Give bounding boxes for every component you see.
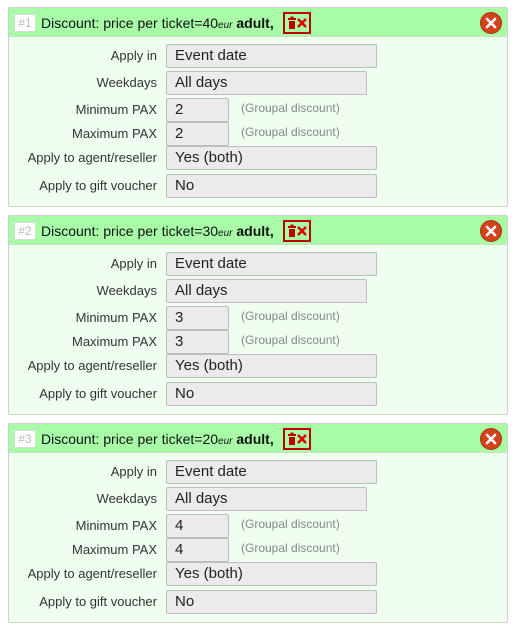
close-circle-icon xyxy=(485,17,497,29)
min-pax-hint: (Groupal discount) xyxy=(241,309,340,323)
discount-title: Discount: price per ticket=30eur adult, xyxy=(41,223,274,239)
pax-type-label: adult, xyxy=(236,15,274,31)
discount-number-badge: #3 xyxy=(14,430,36,448)
discount-title: Discount: price per ticket=20eur adult, xyxy=(41,431,274,447)
voucher-select[interactable]: No xyxy=(166,382,377,406)
max-pax-label: Maximum PAX xyxy=(72,126,157,141)
voucher-row: Apply to gift voucher No xyxy=(9,590,509,614)
voucher-row: Apply to gift voucher No xyxy=(9,382,509,406)
agent-label: Apply to agent/reseller xyxy=(27,358,157,373)
trash-delete-icon xyxy=(288,432,307,445)
voucher-label: Apply to gift voucher xyxy=(39,386,157,401)
min-pax-hint: (Groupal discount) xyxy=(241,101,340,115)
max-pax-row: Maximum PAX 4 (Groupal discount) xyxy=(9,538,509,562)
max-pax-label: Maximum PAX xyxy=(72,334,157,349)
trash-delete-icon xyxy=(288,224,307,237)
discount-header: #1 Discount: price per ticket=40eur adul… xyxy=(9,8,507,37)
apply-in-label: Apply in xyxy=(110,464,157,479)
min-pax-input[interactable]: 2 xyxy=(166,98,229,122)
weekdays-field[interactable]: All days xyxy=(166,279,367,303)
weekdays-label: Weekdays xyxy=(96,283,157,298)
delete-discount-button[interactable] xyxy=(283,12,311,34)
discount-card: #1 Discount: price per ticket=40eur adul… xyxy=(8,7,508,207)
close-circle-icon xyxy=(485,433,497,445)
agent-label: Apply to agent/reseller xyxy=(27,150,157,165)
min-pax-label: Minimum PAX xyxy=(75,518,157,533)
agent-row: Apply to agent/reseller Yes (both) xyxy=(9,146,509,170)
voucher-select[interactable]: No xyxy=(166,590,377,614)
max-pax-row: Maximum PAX 2 (Groupal discount) xyxy=(9,122,509,146)
apply-in-label: Apply in xyxy=(110,256,157,271)
apply-in-field[interactable]: Event date xyxy=(166,44,377,68)
voucher-label: Apply to gift voucher xyxy=(39,594,157,609)
max-pax-hint: (Groupal discount) xyxy=(241,541,340,555)
voucher-row: Apply to gift voucher No xyxy=(9,174,509,198)
delete-discount-button[interactable] xyxy=(283,220,311,242)
weekdays-field[interactable]: All days xyxy=(166,487,367,511)
close-discount-button[interactable] xyxy=(481,13,501,33)
apply-in-row: Apply in Event date xyxy=(9,44,509,68)
discount-number-badge: #1 xyxy=(14,14,36,32)
max-pax-input[interactable]: 2 xyxy=(166,122,229,146)
trash-delete-icon xyxy=(288,16,307,29)
discount-card: #3 Discount: price per ticket=20eur adul… xyxy=(8,423,508,623)
agent-select[interactable]: Yes (both) xyxy=(166,146,377,170)
min-pax-hint: (Groupal discount) xyxy=(241,517,340,531)
weekdays-label: Weekdays xyxy=(96,491,157,506)
weekdays-field[interactable]: All days xyxy=(166,71,367,95)
agent-row: Apply to agent/reseller Yes (both) xyxy=(9,354,509,378)
apply-in-field[interactable]: Event date xyxy=(166,252,377,276)
max-pax-input[interactable]: 4 xyxy=(166,538,229,562)
min-pax-input[interactable]: 4 xyxy=(166,514,229,538)
apply-in-field[interactable]: Event date xyxy=(166,460,377,484)
delete-discount-button[interactable] xyxy=(283,428,311,450)
close-discount-button[interactable] xyxy=(481,221,501,241)
agent-select[interactable]: Yes (both) xyxy=(166,562,377,586)
weekdays-row: Weekdays All days xyxy=(9,71,509,95)
discount-number-badge: #2 xyxy=(14,222,36,240)
currency-label: eur xyxy=(218,436,233,447)
weekdays-row: Weekdays All days xyxy=(9,279,509,303)
max-pax-row: Maximum PAX 3 (Groupal discount) xyxy=(9,330,509,354)
max-pax-hint: (Groupal discount) xyxy=(241,333,340,347)
pax-type-label: adult, xyxy=(236,431,274,447)
discount-header: #3 Discount: price per ticket=20eur adul… xyxy=(9,424,507,453)
min-pax-row: Minimum PAX 4 (Groupal discount) xyxy=(9,514,509,538)
min-pax-input[interactable]: 3 xyxy=(166,306,229,330)
agent-label: Apply to agent/reseller xyxy=(27,566,157,581)
min-pax-row: Minimum PAX 2 (Groupal discount) xyxy=(9,98,509,122)
weekdays-row: Weekdays All days xyxy=(9,487,509,511)
agent-select[interactable]: Yes (both) xyxy=(166,354,377,378)
max-pax-input[interactable]: 3 xyxy=(166,330,229,354)
max-pax-label: Maximum PAX xyxy=(72,542,157,557)
apply-in-row: Apply in Event date xyxy=(9,460,509,484)
currency-label: eur xyxy=(218,20,233,31)
voucher-select[interactable]: No xyxy=(166,174,377,198)
apply-in-label: Apply in xyxy=(110,48,157,63)
close-discount-button[interactable] xyxy=(481,429,501,449)
apply-in-row: Apply in Event date xyxy=(9,252,509,276)
min-pax-row: Minimum PAX 3 (Groupal discount) xyxy=(9,306,509,330)
voucher-label: Apply to gift voucher xyxy=(39,178,157,193)
currency-label: eur xyxy=(218,228,233,239)
discount-card: #2 Discount: price per ticket=30eur adul… xyxy=(8,215,508,415)
agent-row: Apply to agent/reseller Yes (both) xyxy=(9,562,509,586)
pax-type-label: adult, xyxy=(236,223,274,239)
close-circle-icon xyxy=(485,225,497,237)
min-pax-label: Minimum PAX xyxy=(75,310,157,325)
discount-title: Discount: price per ticket=40eur adult, xyxy=(41,15,274,31)
weekdays-label: Weekdays xyxy=(96,75,157,90)
discount-header: #2 Discount: price per ticket=30eur adul… xyxy=(9,216,507,245)
min-pax-label: Minimum PAX xyxy=(75,102,157,117)
max-pax-hint: (Groupal discount) xyxy=(241,125,340,139)
